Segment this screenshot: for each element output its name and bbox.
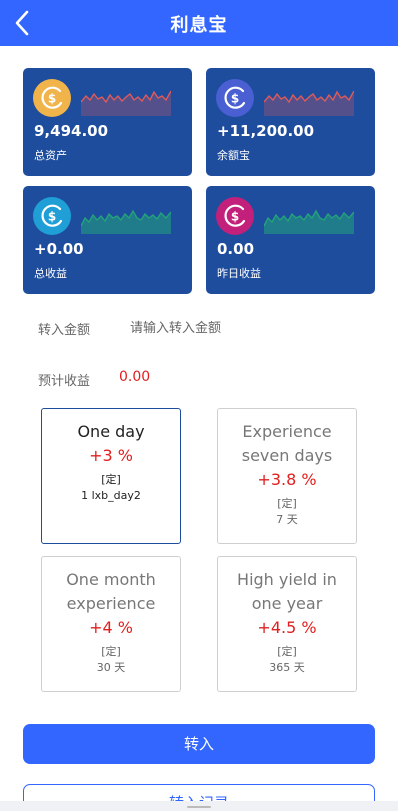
amount-input[interactable] [130, 318, 350, 338]
plan-rate: +4.5 % [257, 618, 317, 637]
dollar-coin-icon: $ [216, 79, 254, 117]
plan-name: One month [66, 570, 156, 589]
stat-label: 余额宝 [217, 149, 250, 162]
plan-duration: 1 lxb_day2 [81, 489, 141, 502]
stat-card-balance-treasure: $ +11,200.00 余额宝 [206, 68, 375, 176]
stat-label: 昨日收益 [217, 267, 261, 280]
stat-card-total-assets: $ 9,494.00 总资产 [23, 68, 192, 176]
svg-text:$: $ [231, 92, 239, 106]
plan-duration: 365 天 [269, 661, 305, 674]
transfer-in-button[interactable]: 转入 [23, 724, 375, 764]
plan-name-line2: one year [251, 594, 323, 613]
stat-label: 总收益 [34, 267, 67, 280]
trend-sparkline-green [264, 209, 354, 234]
plan-tag: [定] [277, 497, 297, 510]
plan-tag: [定] [277, 645, 297, 658]
plan-card-one-year[interactable]: High yield in one year +4.5 % [定] 365 天 [217, 556, 357, 692]
svg-text:$: $ [231, 210, 239, 224]
stat-label: 总资产 [34, 149, 67, 162]
plan-name: Experience [242, 422, 332, 441]
plan-duration: 7 天 [276, 513, 298, 526]
dollar-coin-icon: $ [33, 197, 71, 235]
plan-name-line2: seven days [241, 446, 333, 465]
trend-sparkline-red [264, 90, 354, 116]
plan-tag: [定] [101, 473, 121, 486]
home-indicator [187, 806, 211, 808]
plan-card-one-day[interactable]: One day +3 % [定] 1 lxb_day2 [41, 408, 181, 544]
stat-value: 9,494.00 [34, 122, 109, 140]
app-header: 利息宝 [0, 0, 398, 46]
dollar-coin-icon: $ [216, 197, 254, 235]
stat-value: +11,200.00 [217, 122, 315, 140]
plan-name: High yield in [237, 570, 337, 589]
plan-tag: [定] [101, 645, 121, 658]
stat-card-yesterday-earnings: $ 0.00 昨日收益 [206, 186, 375, 294]
estimate-value: 0.00 [119, 369, 151, 385]
trend-sparkline-red [81, 90, 171, 116]
stat-value: 0.00 [217, 240, 255, 258]
page-title: 利息宝 [170, 15, 228, 36]
stat-card-total-earnings: $ +0.00 总收益 [23, 186, 192, 294]
dollar-coin-icon: $ [33, 79, 71, 117]
plan-name: One day [77, 422, 145, 441]
trend-sparkline-green [81, 209, 171, 234]
plan-duration: 30 天 [96, 661, 126, 674]
svg-text:$: $ [48, 210, 56, 224]
plan-card-one-month[interactable]: One month experience +4 % [定] 30 天 [41, 556, 181, 692]
plan-card-seven-days[interactable]: Experience seven days +3.8 % [定] 7 天 [217, 408, 357, 544]
amount-label: 转入金额 [38, 323, 91, 338]
plan-rate: +3.8 % [257, 470, 317, 489]
plan-rate: +4 % [89, 618, 133, 637]
svg-text:$: $ [48, 92, 56, 106]
stat-value: +0.00 [34, 240, 84, 258]
plan-name-line2: experience [66, 594, 156, 613]
plan-rate: +3 % [89, 446, 133, 465]
estimate-label: 预计收益 [38, 374, 91, 389]
